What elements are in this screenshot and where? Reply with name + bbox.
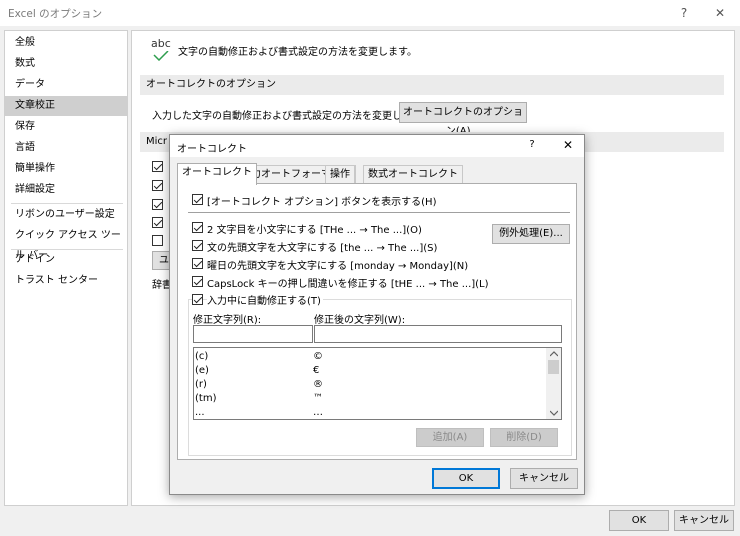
list-item-to: € <box>313 365 320 376</box>
close-button[interactable]: ✕ <box>700 0 740 26</box>
replace-as-you-type-label: 入力中に自動修正する(T) <box>207 292 323 307</box>
office-option-checkbox-3[interactable] <box>152 199 163 210</box>
list-item-to: ™ <box>313 393 323 404</box>
replace-label: 修正文字列(R): <box>193 315 262 326</box>
sidebar-item-addins[interactable]: アドイン <box>5 250 127 270</box>
list-item-from: (e) <box>195 365 209 376</box>
list-item[interactable]: (e) € <box>195 364 546 378</box>
list-item[interactable]: (tm) ™ <box>195 392 546 406</box>
office-option-checkbox-1[interactable] <box>152 161 163 172</box>
tab-autocorrect[interactable]: オートコレクト <box>177 163 257 185</box>
sidebar-item-language[interactable]: 言語 <box>5 138 127 158</box>
abc-check-icon: abc <box>151 37 171 61</box>
two-initial-capitals-checkbox[interactable] <box>192 222 203 233</box>
sidebar-item-formulas[interactable]: 数式 <box>5 54 127 74</box>
show-buttons-checkbox[interactable] <box>192 194 203 205</box>
list-scrollbar[interactable] <box>546 348 561 419</box>
list-item-from: ... <box>195 407 205 418</box>
autocorrect-tab-panel: [オートコレクト オプション] ボタンを表示する(H) 2 文字目を小文字にする… <box>177 183 577 460</box>
add-button[interactable]: 追加(A) <box>416 428 484 447</box>
dialog-help-button[interactable]: ? <box>522 139 542 150</box>
window-title: Excel のオプション <box>8 8 103 20</box>
capitalize-sentences-checkbox[interactable] <box>192 240 203 251</box>
sidebar: 全般 数式 データ 文章校正 保存 言語 簡単操作 詳細設定 リボンのユーザー設… <box>4 30 128 506</box>
list-item[interactable]: (c) © <box>195 350 546 364</box>
sidebar-item-advanced[interactable]: 詳細設定 <box>5 180 127 200</box>
ok-button[interactable]: OK <box>609 510 669 531</box>
window-titlebar: Excel のオプション ? ✕ <box>0 0 740 26</box>
list-item[interactable]: ... … <box>195 406 546 420</box>
replace-input[interactable] <box>193 325 313 343</box>
autocorrect-section-heading: オートコレクトのオプション <box>140 75 724 95</box>
capitalize-days-label: 曜日の先頭文字を大文字にする [monday → Monday](N) <box>207 261 469 272</box>
sidebar-item-quick-access-toolbar[interactable]: クイック アクセス ツール バー <box>5 226 127 261</box>
delete-button[interactable]: 削除(D) <box>490 428 558 447</box>
replace-as-you-type-checkbox[interactable] <box>192 294 203 305</box>
sidebar-item-save[interactable]: 保存 <box>5 117 127 137</box>
dialog-title: オートコレクト <box>177 144 247 155</box>
sidebar-item-accessibility[interactable]: 簡単操作 <box>5 159 127 179</box>
caps-lock-label: CapsLock キーの押し間違いを修正する [tHE ... → The ..… <box>207 279 489 290</box>
list-item-from: (r) <box>195 379 207 390</box>
sidebar-item-proofing[interactable]: 文章校正 <box>5 96 127 116</box>
office-option-checkbox-2[interactable] <box>152 180 163 191</box>
page-description: 文字の自動修正および書式設定の方法を変更します。 <box>178 47 417 58</box>
sidebar-item-trust-center[interactable]: トラスト センター <box>5 271 127 291</box>
scroll-down-icon[interactable] <box>550 410 558 416</box>
capitalize-sentences-label: 文の先頭文字を大文字にする [the ... → The ...](S) <box>207 243 438 254</box>
tab-actions[interactable]: 操作 <box>325 165 355 184</box>
autocorrect-description: 入力した文字の自動修正および書式設定の方法を変更します: <box>152 111 426 122</box>
show-buttons-label: [オートコレクト オプション] ボタンを表示する(H) <box>207 197 437 208</box>
sidebar-item-general[interactable]: 全般 <box>5 33 127 53</box>
separator <box>188 212 570 213</box>
abc-icon-text: abc <box>151 37 171 50</box>
dialog-cancel-button[interactable]: キャンセル <box>510 468 578 489</box>
list-item-from: (c) <box>195 351 209 362</box>
list-item-to: © <box>313 351 323 362</box>
caps-lock-checkbox[interactable] <box>192 276 203 287</box>
with-input[interactable] <box>314 325 562 343</box>
capitalize-days-checkbox[interactable] <box>192 258 203 269</box>
list-item-to: … <box>313 407 323 418</box>
exceptions-button[interactable]: 例外処理(E)... <box>492 224 570 244</box>
dialog-close-button[interactable]: ✕ <box>558 138 578 152</box>
two-initial-capitals-label: 2 文字目を小文字にする [THe ... → The ...](O) <box>207 225 422 236</box>
autocorrect-dialog: オートコレクト ? ✕ オートコレクト 入力オートフォーマット 操作 数式オート… <box>169 134 585 495</box>
list-item-from: (tm) <box>195 393 217 404</box>
sidebar-item-data[interactable]: データ <box>5 75 127 95</box>
office-option-checkbox-5[interactable] <box>152 235 163 246</box>
scroll-thumb[interactable] <box>548 360 559 374</box>
autocorrect-list[interactable]: (c) © (e) € (r) ® (tm) ™ ... … <box>193 347 562 420</box>
office-option-checkbox-4[interactable] <box>152 217 163 228</box>
list-item[interactable]: (r) ® <box>195 378 546 392</box>
dialog-ok-button[interactable]: OK <box>432 468 500 489</box>
with-label: 修正後の文字列(W): <box>314 315 406 326</box>
tab-math-autocorrect[interactable]: 数式オートコレクト <box>363 165 463 184</box>
dialog-titlebar: オートコレクト ? ✕ <box>170 135 584 157</box>
scroll-up-icon[interactable] <box>550 351 558 357</box>
sidebar-divider <box>11 203 123 204</box>
help-button[interactable]: ? <box>664 0 704 26</box>
list-item-to: ® <box>313 379 323 390</box>
cancel-button[interactable]: キャンセル <box>674 510 734 531</box>
sidebar-item-customize-ribbon[interactable]: リボンのユーザー設定 <box>5 205 127 225</box>
autocorrect-options-button[interactable]: オートコレクトのオプション(A)... <box>399 102 527 137</box>
